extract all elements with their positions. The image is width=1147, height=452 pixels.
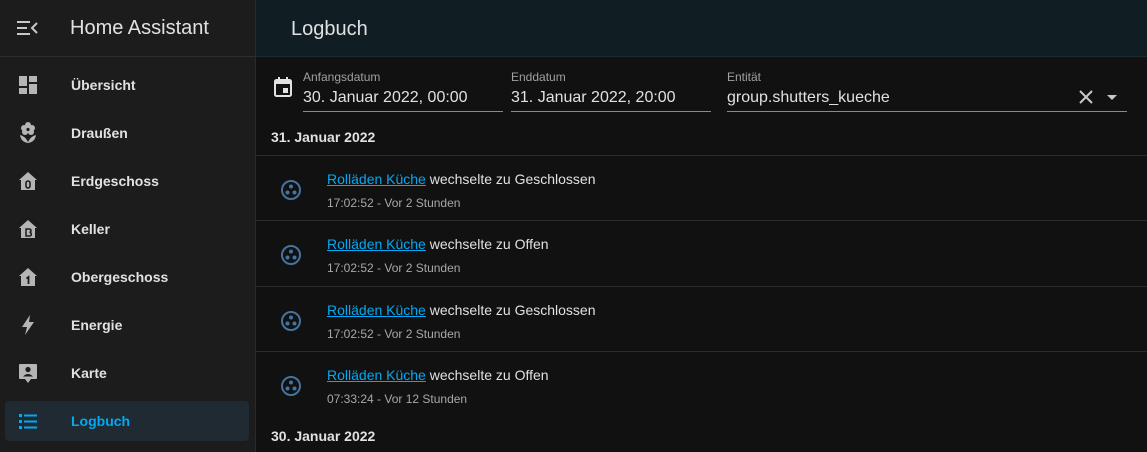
- entry-text: Rolläden Küche wechselte zu Geschlossen: [327, 302, 596, 318]
- sidebar-header: Home Assistant: [0, 0, 255, 57]
- logbook-content: Anfangsdatum Enddatum Entität 31. Januar…: [256, 57, 1147, 452]
- log-entry: Rolläden Küche wechselte zu Geschlossen …: [256, 155, 1147, 221]
- chevron-down-icon[interactable]: [1105, 91, 1119, 103]
- home-floor-b-icon: [19, 220, 37, 238]
- lightning-icon: [22, 315, 34, 335]
- top-app-bar: Logbuch: [256, 0, 1147, 57]
- map-account-icon: [19, 364, 37, 383]
- page-title: Logbuch: [291, 18, 368, 40]
- entry-time: 07:33:24 - Vor 12 Stunden: [327, 392, 468, 406]
- start-date-label: Anfangsdatum: [303, 70, 381, 84]
- sidebar: Home Assistant Übersicht Draußen Erdgesc…: [0, 0, 256, 452]
- entry-text: Rolläden Küche wechselte zu Geschlossen: [327, 171, 596, 187]
- flower-icon: [20, 122, 36, 143]
- entry-message: wechselte zu Offen: [429, 236, 549, 252]
- date-header: 30. Januar 2022: [271, 428, 376, 444]
- shutter-group-icon: [281, 311, 301, 331]
- log-entry: Rolläden Küche wechselte zu Offen 07:33:…: [256, 351, 1147, 417]
- sidebar-item-label: Keller: [71, 221, 110, 237]
- sidebar-item-keller[interactable]: Keller: [5, 209, 249, 249]
- date-header: 31. Januar 2022: [271, 129, 376, 145]
- menu-open-icon[interactable]: [16, 18, 38, 38]
- entry-message: wechselte zu Offen: [429, 367, 549, 383]
- home-floor-1-icon: [19, 268, 37, 286]
- entry-message: wechselte zu Geschlossen: [429, 171, 596, 187]
- entity-label: Entität: [727, 70, 762, 84]
- sidebar-item-label: Energie: [71, 317, 123, 333]
- dashboard-icon: [19, 76, 37, 94]
- sidebar-item-energie[interactable]: Energie: [5, 305, 249, 345]
- end-date-field[interactable]: Enddatum: [511, 69, 711, 112]
- sidebar-item-label: Logbuch: [71, 413, 131, 429]
- sidebar-item-logbuch[interactable]: Logbuch: [5, 401, 249, 441]
- entity-link[interactable]: Rolläden Küche: [327, 171, 426, 187]
- end-date-input[interactable]: [511, 88, 711, 108]
- entity-link[interactable]: Rolläden Küche: [327, 236, 426, 252]
- sidebar-item-karte[interactable]: Karte: [5, 353, 249, 393]
- sidebar-item-label: Übersicht: [71, 77, 136, 93]
- end-date-label: Enddatum: [511, 70, 566, 84]
- entry-time: 17:02:52 - Vor 2 Stunden: [327, 327, 461, 341]
- shutter-group-icon: [281, 180, 301, 200]
- shutter-group-icon: [281, 376, 301, 396]
- entity-link[interactable]: Rolläden Küche: [327, 367, 426, 383]
- log-entry: Rolläden Küche wechselte zu Geschlossen …: [256, 286, 1147, 352]
- entry-message: wechselte zu Geschlossen: [429, 302, 596, 318]
- sidebar-item-label: Draußen: [71, 125, 128, 141]
- entry-time: 17:02:52 - Vor 2 Stunden: [327, 196, 461, 210]
- calendar-icon[interactable]: [272, 76, 294, 98]
- sidebar-item-obergeschoss[interactable]: Obergeschoss: [5, 257, 249, 297]
- sidebar-item-uebersicht[interactable]: Übersicht: [5, 65, 249, 105]
- entry-text: Rolläden Küche wechselte zu Offen: [327, 367, 549, 383]
- entity-picker[interactable]: Entität: [727, 69, 1127, 112]
- clear-icon[interactable]: [1077, 88, 1095, 106]
- sidebar-item-label: Erdgeschoss: [71, 173, 159, 189]
- sidebar-item-label: Karte: [71, 365, 107, 381]
- log-entry: Rolläden Küche wechselte zu Offen 17:02:…: [256, 220, 1147, 286]
- entry-time: 17:02:52 - Vor 2 Stunden: [327, 261, 461, 275]
- entity-input[interactable]: [727, 88, 1057, 108]
- start-date-input[interactable]: [303, 88, 503, 108]
- shutter-group-icon: [281, 245, 301, 265]
- sidebar-item-erdgeschoss[interactable]: Erdgeschoss: [5, 161, 249, 201]
- entry-text: Rolläden Küche wechselte zu Offen: [327, 236, 549, 252]
- app-root: Home Assistant Übersicht Draußen Erdgesc…: [0, 0, 1147, 452]
- entity-link[interactable]: Rolläden Küche: [327, 302, 426, 318]
- app-title: Home Assistant: [70, 17, 209, 39]
- start-date-field[interactable]: Anfangsdatum: [303, 69, 503, 112]
- home-floor-0-icon: [19, 172, 37, 190]
- sidebar-item-label: Obergeschoss: [71, 269, 169, 285]
- format-list-icon: [19, 414, 37, 429]
- sidebar-item-draussen[interactable]: Draußen: [5, 113, 249, 153]
